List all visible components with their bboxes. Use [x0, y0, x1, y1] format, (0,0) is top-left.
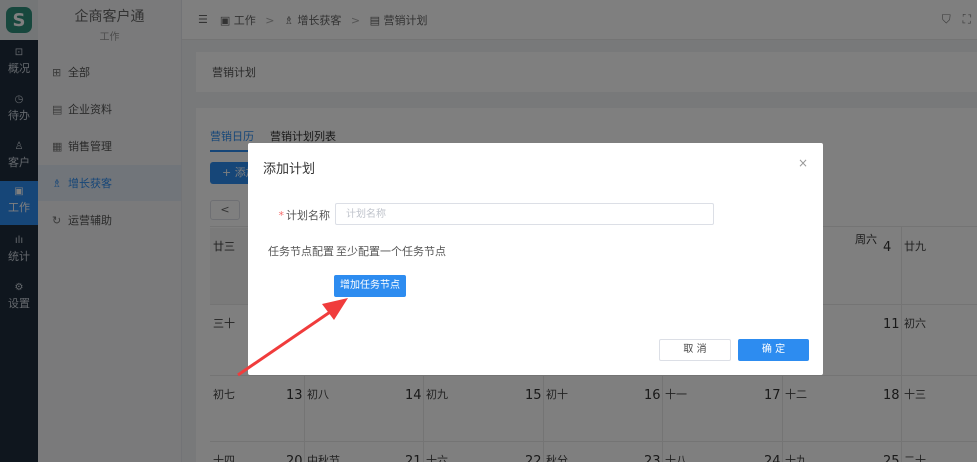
annotation-arrow [237, 298, 348, 377]
arrow-shaft [237, 308, 334, 377]
arrow-head [322, 298, 348, 320]
